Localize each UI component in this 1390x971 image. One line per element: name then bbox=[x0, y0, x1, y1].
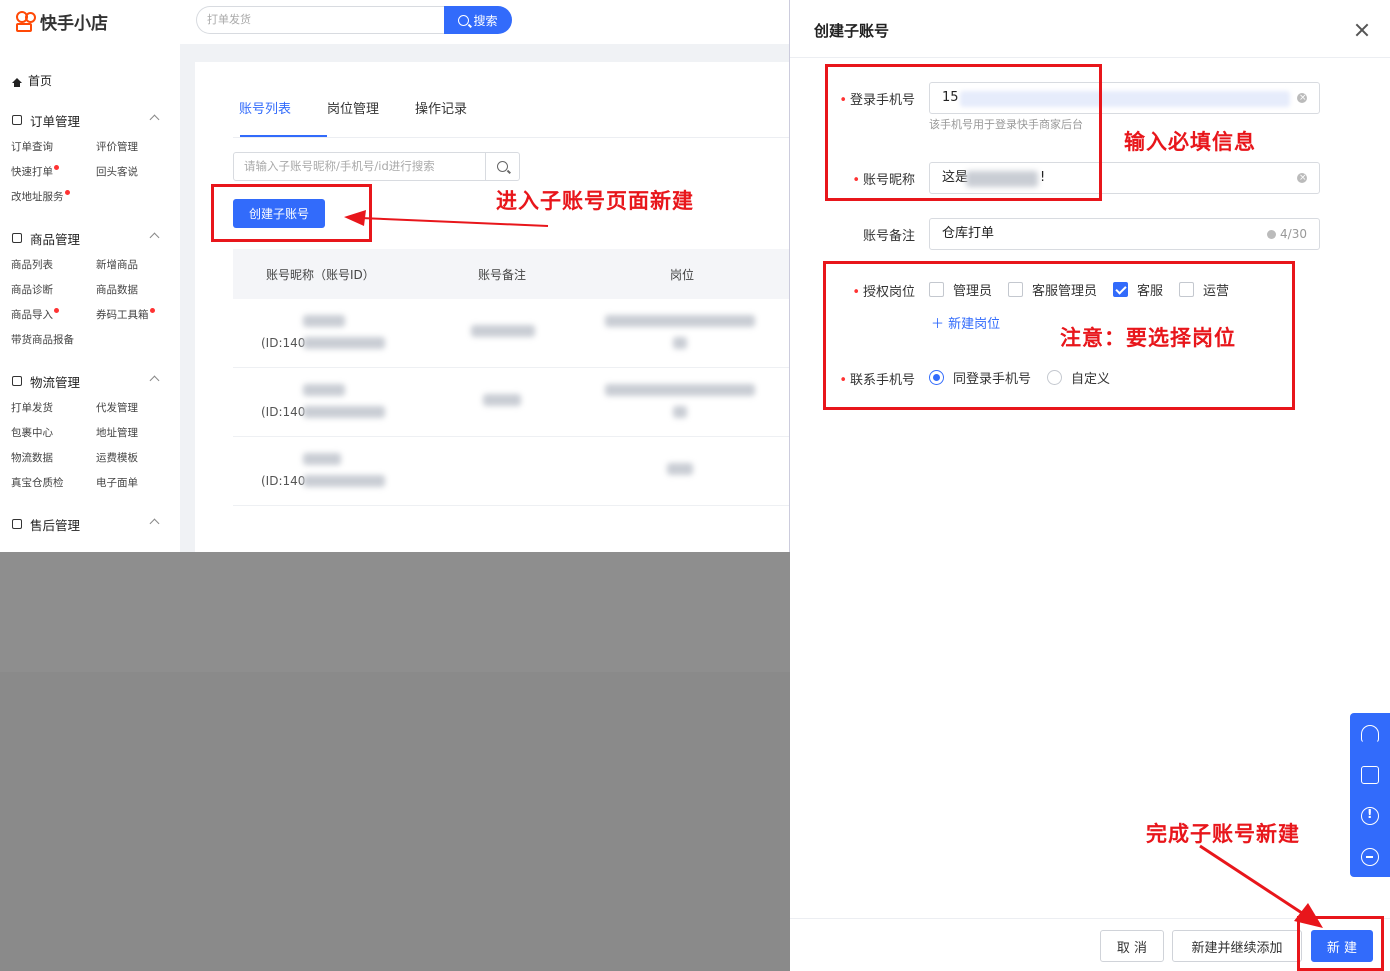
shop-backend-window: 快手小店 打单发货 搜索 首页 订单管理 订单查询 评价管理 快速打单 回头客说 改地址服… bbox=[0, 0, 790, 552]
create-subaccount-drawer: 创建子账号 •登录手机号 15 该手机号用于登录快手商家后台 •账号昵称 这是 … bbox=[790, 0, 1390, 971]
annotation-arrow-down bbox=[1199, 844, 1323, 928]
annotation-arrow-left bbox=[344, 210, 549, 227]
modal-backdrop[interactable] bbox=[0, 552, 790, 971]
